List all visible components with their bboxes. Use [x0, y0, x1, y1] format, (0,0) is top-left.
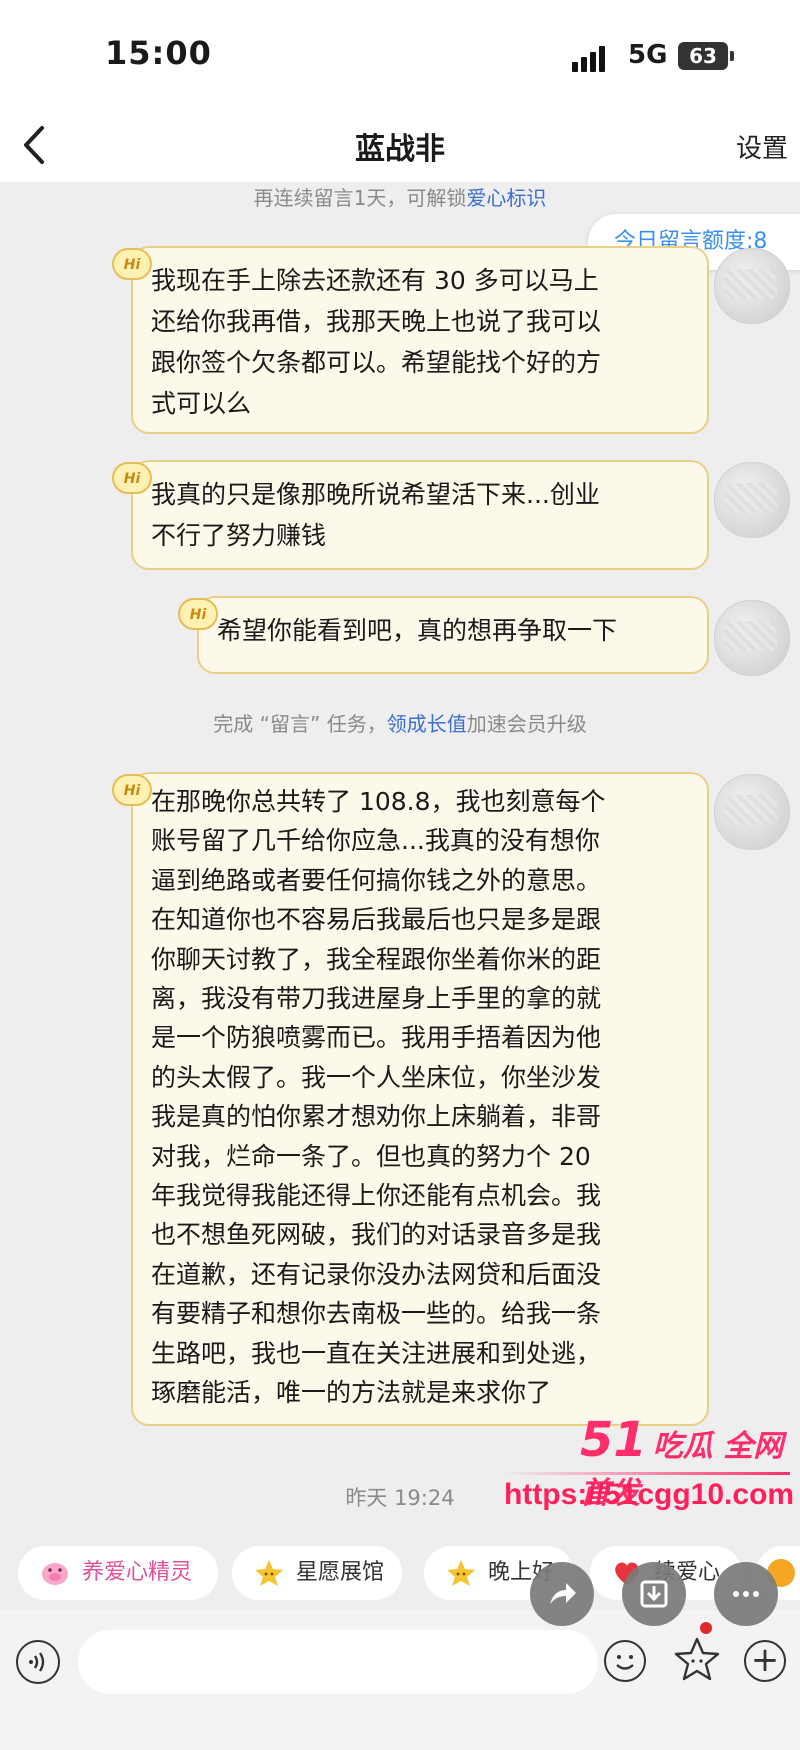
- watermark: 51 吃瓜 全网首发 https://51cgg10.com: [500, 1412, 800, 1522]
- emoji-icon[interactable]: [604, 1640, 646, 1682]
- status-time: 15:00: [105, 34, 212, 72]
- download-icon[interactable]: [622, 1562, 686, 1626]
- message-line: 不行了努力赚钱: [151, 521, 327, 550]
- quick-action-love-sprite[interactable]: 养爱心精灵: [18, 1546, 218, 1600]
- streak-notice: 再连续留言1天，可解锁爱心标识: [0, 182, 800, 211]
- sticker-star-icon[interactable]: [674, 1636, 720, 1682]
- streak-notice-text: 再连续留言1天，可解锁: [253, 186, 467, 210]
- task-notice-text: 完成 “留言” 任务，: [213, 712, 387, 736]
- message-line: 逼到绝路或者要任何搞你钱之外的意思。: [151, 865, 602, 895]
- love-badge-link[interactable]: 爱心标识: [466, 186, 546, 210]
- message-line: 对我，烂命一条了。但也真的努力个 20: [151, 1141, 591, 1171]
- message-line: 我真的只是像那晚所说希望活下来...创业: [151, 480, 600, 509]
- star-face-icon: [447, 1560, 475, 1586]
- growth-value-link[interactable]: 领成长值: [387, 712, 467, 736]
- hi-badge-icon: Hi: [112, 462, 152, 494]
- message-line: 式可以么: [151, 389, 252, 418]
- battery-icon: 63: [678, 42, 728, 70]
- message-line: 跟你签个欠条都可以。希望能找个好的方: [151, 348, 602, 377]
- quick-action-label: 养爱心精灵: [82, 1560, 193, 1585]
- status-bar: 15:00 5G 63: [0, 0, 800, 110]
- signal-icon: [572, 44, 612, 72]
- quick-action-wish-gallery[interactable]: 星愿展馆: [232, 1546, 402, 1600]
- message-input[interactable]: [78, 1630, 598, 1694]
- nav-bar: 蓝战非 设置: [0, 110, 800, 182]
- message-line: 还给你我再借，我那天晚上也说了我可以: [151, 307, 602, 336]
- hi-badge-icon: Hi: [112, 774, 152, 806]
- plus-icon[interactable]: +: [744, 1640, 786, 1682]
- message-line: 我现在手上除去还款还有 30 多可以马上: [151, 266, 599, 295]
- message-line: 你聊天讨教了，我全程跟你坐着你米的距: [151, 944, 602, 974]
- avatar[interactable]: [714, 248, 790, 324]
- message-bubble[interactable]: 希望你能看到吧，真的想再争取一下: [197, 596, 709, 674]
- message-line: 希望你能看到吧，真的想再争取一下: [217, 616, 618, 645]
- message-bubble[interactable]: 我现在手上除去还款还有 30 多可以马上 还给你我再借，我那天晚上也说了我可以 …: [131, 246, 709, 434]
- avatar[interactable]: [714, 774, 790, 850]
- message-line: 的头太假了。我一个人坐床位，你坐沙发: [151, 1062, 602, 1092]
- avatar[interactable]: [714, 600, 790, 676]
- message-line: 在那晚你总共转了 108.8，我也刻意每个: [151, 787, 606, 816]
- hi-badge-icon: Hi: [112, 248, 152, 280]
- quick-action-label: 星愿展馆: [296, 1560, 385, 1585]
- input-bar: +: [0, 1610, 800, 1750]
- task-notice: 完成 “留言” 任务，领成长值加速会员升级: [0, 708, 800, 737]
- contact-name-title: 蓝战非: [355, 132, 445, 167]
- hi-badge-icon: Hi: [178, 598, 218, 630]
- message-line: 账号留了几千给你应急...我真的没有想你: [151, 826, 600, 856]
- message-line: 也不想鱼死网破，我们的对话录音多是我: [151, 1220, 602, 1250]
- message-line: 有要精子和想你去南极一些的。给我一条: [151, 1299, 602, 1329]
- more-icon[interactable]: [714, 1562, 778, 1626]
- message-line: 是一个防狼喷雾而已。我用手捂着因为他: [151, 1023, 602, 1053]
- message-line: 在道歉，还有记录你没办法网贷和后面没: [151, 1259, 602, 1289]
- message-line: 年我觉得我能还得上你还能有点机会。我: [151, 1181, 602, 1211]
- star-face-icon: [255, 1560, 283, 1586]
- settings-button[interactable]: 设置: [736, 128, 788, 165]
- voice-icon[interactable]: [16, 1640, 60, 1684]
- watermark-url: https://51cgg10.com: [504, 1478, 795, 1511]
- watermark-line: [500, 1472, 790, 1475]
- watermark-number: 51: [580, 1412, 647, 1468]
- avatar[interactable]: [714, 462, 790, 538]
- pig-icon: [42, 1563, 68, 1585]
- message-line: 在知道你也不容易后我最后也只是多是跟: [151, 905, 602, 935]
- message-line: 生路吧，我也一直在关注进展和到处逃，: [151, 1338, 602, 1368]
- message-line: 我是真的怕你累才想劝你上床躺着，非哥: [151, 1102, 602, 1132]
- message-line: 离，我没有带刀我进屋身上手里的拿的就: [151, 984, 602, 1014]
- share-icon[interactable]: [530, 1562, 594, 1626]
- notification-dot: [700, 1622, 712, 1634]
- message-bubble[interactable]: 我真的只是像那晚所说希望活下来...创业 不行了努力赚钱: [131, 460, 709, 570]
- battery-tip: [730, 51, 734, 61]
- message-line: 琢磨能活，唯一的方法就是来求你了: [151, 1378, 552, 1408]
- message-bubble[interactable]: 在那晚你总共转了 108.8，我也刻意每个 账号留了几千给你应急...我真的没有…: [131, 772, 709, 1426]
- network-type: 5G: [628, 40, 668, 70]
- task-notice-suffix: 加速会员升级: [466, 712, 587, 736]
